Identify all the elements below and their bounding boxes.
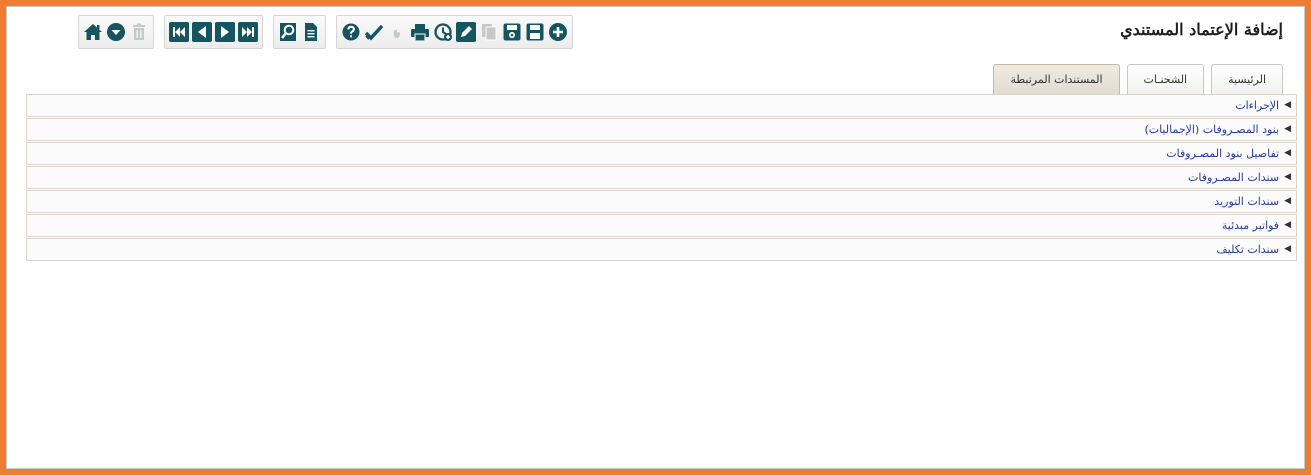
search-icon[interactable]	[278, 22, 298, 42]
tab-main[interactable]: الرئيسية	[1211, 64, 1283, 94]
edit-icon[interactable]	[456, 22, 476, 42]
print-icon[interactable]	[410, 22, 430, 42]
save-as-icon[interactable]	[502, 22, 522, 42]
window-frame: إضافة الإعتماد المستندي الرئيسية الشحنـا…	[0, 0, 1311, 475]
panel-supply-vouchers[interactable]: ◀ سندات التوريد	[26, 190, 1297, 213]
collapse-arrow-icon: ◀	[1284, 148, 1291, 158]
panel-label: الإجراءات	[1235, 99, 1280, 112]
collapse-arrow-icon: ◀	[1284, 220, 1291, 230]
collapse-arrow-icon: ◀	[1284, 244, 1291, 254]
first-record-icon[interactable]	[169, 22, 189, 42]
tab-shipments[interactable]: الشحنـات	[1126, 64, 1205, 94]
panel-procedures[interactable]: ◀ الإجراءات	[26, 94, 1297, 117]
home-icon[interactable]	[83, 22, 103, 42]
toolbar	[78, 14, 583, 50]
add-icon[interactable]	[548, 22, 568, 42]
toolbar-group-records	[164, 15, 263, 49]
history-icon[interactable]	[433, 22, 453, 42]
accordion-panels: ◀ الإجراءات ◀ بنود المصـروفات (الإجماليا…	[26, 94, 1297, 262]
copy-icon[interactable]	[479, 22, 499, 42]
panel-label: بنود المصـروفات (الإجماليات)	[1144, 123, 1280, 136]
panel-label: سندات المصـروفات	[1187, 171, 1280, 184]
hand-icon[interactable]	[387, 22, 407, 42]
panel-label: فواتير مبدئية	[1221, 219, 1280, 232]
toolbar-group-navigation	[78, 15, 154, 49]
panel-assignment-vouchers[interactable]: ◀ سندات تكليف	[26, 238, 1297, 261]
panel-expense-items-totals[interactable]: ◀ بنود المصـروفات (الإجماليات)	[26, 118, 1297, 141]
last-record-icon[interactable]	[238, 22, 258, 42]
approve-check-icon[interactable]	[364, 22, 384, 42]
trash-icon[interactable]	[129, 22, 149, 42]
collapse-arrow-icon: ◀	[1284, 172, 1291, 182]
document-icon[interactable]	[301, 22, 321, 42]
collapse-arrow-icon: ◀	[1284, 100, 1291, 110]
save-icon[interactable]	[525, 22, 545, 42]
panel-label: تفاصيل بنود المصـروفات	[1166, 147, 1280, 160]
page-title: إضافة الإعتماد المستندي	[1120, 20, 1283, 39]
help-icon[interactable]	[341, 22, 361, 42]
panel-expense-item-details[interactable]: ◀ تفاصيل بنود المصـروفات	[26, 142, 1297, 165]
collapse-arrow-icon: ◀	[1284, 196, 1291, 206]
panel-label: سندات تكليف	[1216, 243, 1280, 256]
tab-bar: الرئيسية الشحنـات المستندات المرتبطة	[993, 64, 1283, 94]
collapse-arrow-icon: ◀	[1284, 124, 1291, 134]
panel-label: سندات التوريد	[1214, 195, 1280, 208]
panel-expense-vouchers[interactable]: ◀ سندات المصـروفات	[26, 166, 1297, 189]
down-circle-icon[interactable]	[106, 22, 126, 42]
tab-related-documents[interactable]: المستندات المرتبطة	[993, 64, 1120, 94]
toolbar-group-view	[273, 15, 326, 49]
toolbar-group-actions	[336, 15, 573, 49]
previous-record-icon[interactable]	[192, 22, 212, 42]
panel-proforma-invoices[interactable]: ◀ فواتير مبدئية	[26, 214, 1297, 237]
next-record-icon[interactable]	[215, 22, 235, 42]
